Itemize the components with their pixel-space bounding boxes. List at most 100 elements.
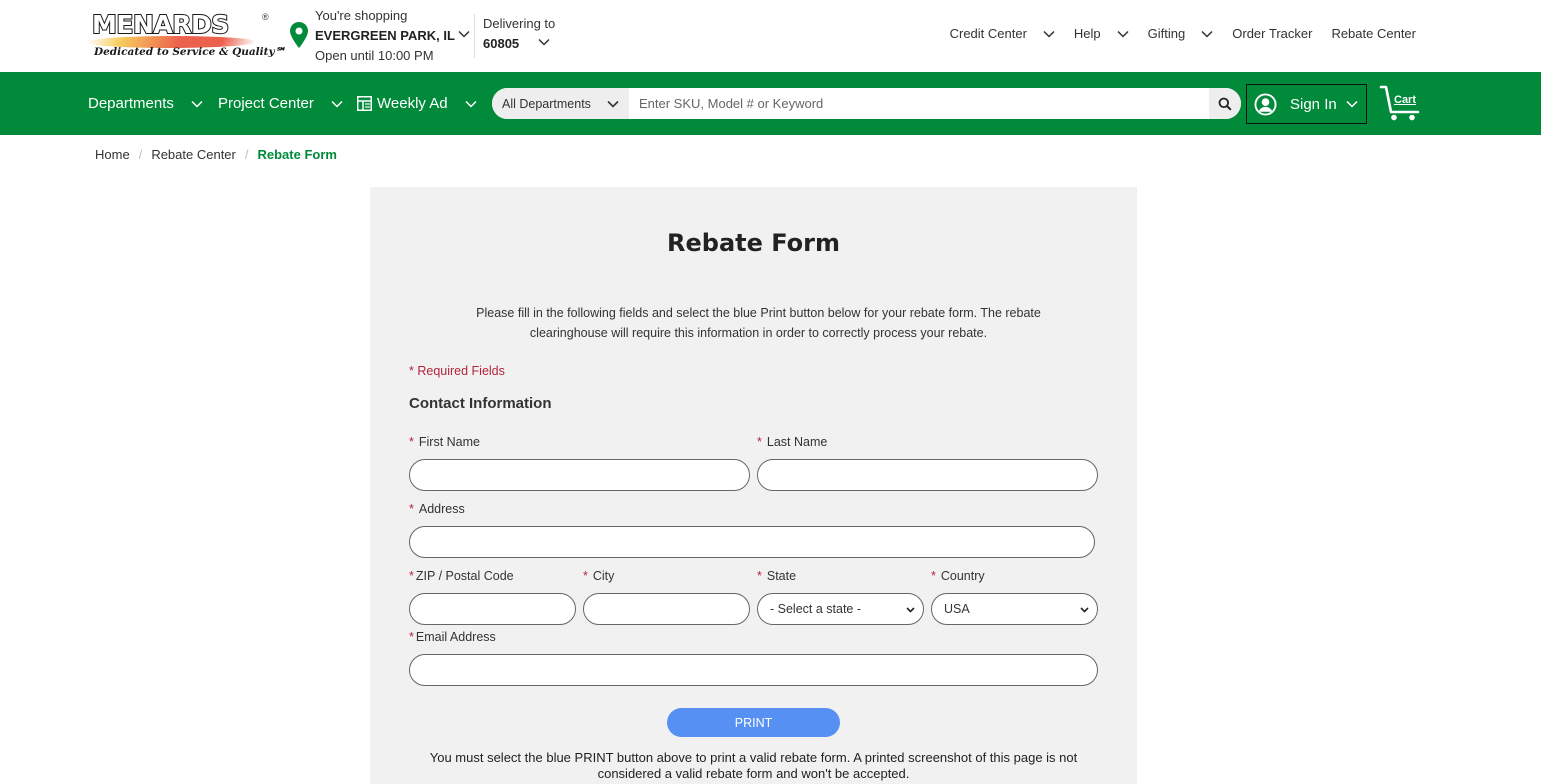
- chevron-down-icon: [331, 100, 343, 108]
- logo-wordmark: MENARDS: [91, 9, 230, 40]
- top-link-label: Credit Center: [949, 26, 1027, 41]
- breadcrumb-rebate-center[interactable]: Rebate Center: [151, 147, 236, 162]
- print-button[interactable]: PRINT: [667, 708, 840, 737]
- label-text: Last Name: [766, 435, 828, 449]
- city-field-wrap: [583, 593, 750, 625]
- top-link-label: Order Tracker: [1232, 26, 1313, 41]
- top-link-rebate-center[interactable]: Rebate Center: [1331, 26, 1416, 41]
- chevron-down-icon: [1201, 30, 1213, 38]
- required-asterisk: *: [409, 435, 414, 449]
- label-text: State: [766, 569, 797, 583]
- user-avatar-icon: [1254, 92, 1277, 116]
- newspaper-icon: [357, 96, 372, 111]
- zip-input[interactable]: [410, 594, 575, 624]
- last-name-field-wrap: [757, 459, 1098, 491]
- store-name[interactable]: EVERGREEN PARK, IL: [315, 26, 455, 46]
- top-header: MENARDS ® Dedicated to Service & Quality…: [0, 0, 1541, 72]
- last-name-input[interactable]: [758, 460, 1097, 490]
- country-label: * Country: [931, 569, 985, 583]
- map-pin-icon: [290, 22, 308, 48]
- required-asterisk: *: [583, 569, 588, 583]
- required-asterisk: *: [409, 569, 414, 583]
- chevron-down-icon: [1080, 607, 1089, 613]
- sign-in-button[interactable]: Sign In: [1246, 84, 1367, 124]
- print-disclaimer: You must select the blue PRINT button ab…: [429, 750, 1078, 781]
- chevron-down-icon[interactable]: [538, 38, 550, 46]
- zip-label: * ZIP / Postal Code: [409, 569, 514, 583]
- top-link-label: Gifting: [1147, 26, 1186, 41]
- first-name-label: * First Name: [409, 435, 480, 449]
- search-bar: All Departments: [492, 88, 1241, 119]
- country-selected-value: USA: [944, 602, 970, 616]
- breadcrumb: Home / Rebate Center / Rebate Form: [95, 147, 337, 162]
- breadcrumb-separator: /: [138, 147, 143, 162]
- required-asterisk: *: [757, 435, 762, 449]
- nav-project-center[interactable]: Project Center: [218, 72, 343, 135]
- top-link-order-tracker[interactable]: Order Tracker: [1232, 26, 1312, 41]
- label-text: Address: [418, 502, 465, 516]
- delivery-selector[interactable]: Delivering to 60805: [483, 14, 555, 54]
- nav-weekly-ad[interactable]: Weekly Ad: [357, 72, 477, 135]
- label-text: First Name: [418, 435, 480, 449]
- chevron-down-icon: [1346, 100, 1358, 108]
- cart-button[interactable]: Cart: [1379, 84, 1421, 122]
- top-link-gifting[interactable]: Gifting: [1148, 26, 1214, 41]
- page-title: Rebate Form: [667, 229, 840, 257]
- breadcrumb-current: Rebate Form: [257, 147, 337, 162]
- nav-label: Project Center: [218, 95, 314, 112]
- chevron-down-icon: [607, 100, 619, 108]
- label-text: Country: [940, 569, 985, 583]
- rebate-form-panel: Rebate Form Please fill in the following…: [370, 187, 1137, 784]
- label-text: City: [592, 569, 615, 583]
- delivery-label: Delivering to: [483, 16, 556, 31]
- menards-logo[interactable]: MENARDS ® Dedicated to Service & Quality…: [83, 9, 285, 62]
- chevron-down-icon: [465, 100, 477, 108]
- required-asterisk: *: [757, 569, 762, 583]
- chevron-down-icon: [191, 100, 203, 108]
- logo-tagline: Dedicated to Service & Quality℠: [94, 46, 286, 58]
- email-input[interactable]: [410, 655, 1097, 685]
- search-department-select[interactable]: All Departments: [492, 88, 629, 119]
- cart-label: Cart: [1394, 94, 1417, 106]
- address-input[interactable]: [410, 527, 1094, 557]
- top-link-label: Help: [1073, 26, 1101, 41]
- address-field-wrap: [409, 526, 1095, 558]
- nav-departments[interactable]: Departments: [88, 72, 203, 135]
- utility-links: Credit Center Help Gifting Order Tracker…: [950, 26, 1416, 41]
- section-title: Contact Information: [409, 395, 552, 412]
- chevron-down-icon[interactable]: [458, 30, 470, 38]
- city-input[interactable]: [584, 594, 749, 624]
- chevron-down-icon: [906, 607, 915, 613]
- required-fields-note: * Required Fields: [409, 364, 505, 378]
- store-hours: Open until 10:00 PM: [315, 48, 434, 63]
- top-link-credit-center[interactable]: Credit Center: [950, 26, 1055, 41]
- search-icon: [1218, 97, 1232, 111]
- email-label: * Email Address: [409, 630, 496, 644]
- search-input[interactable]: [629, 88, 1209, 119]
- state-select[interactable]: - Select a state -: [757, 593, 924, 625]
- first-name-input[interactable]: [410, 460, 749, 490]
- breadcrumb-separator: /: [244, 147, 249, 162]
- logo-registered-mark: ®: [262, 12, 269, 22]
- country-select[interactable]: USA: [931, 593, 1098, 625]
- nav-label: Weekly Ad: [377, 95, 448, 112]
- sign-in-label: Sign In: [1290, 95, 1337, 113]
- last-name-label: * Last Name: [757, 435, 827, 449]
- breadcrumb-home[interactable]: Home: [95, 147, 130, 162]
- zip-field-wrap: [409, 593, 576, 625]
- nav-label: Departments: [88, 95, 174, 112]
- top-link-label: Rebate Center: [1331, 26, 1416, 41]
- required-asterisk: *: [931, 569, 936, 583]
- required-asterisk: *: [409, 502, 414, 516]
- header-divider: [474, 14, 475, 58]
- required-asterisk: *: [409, 630, 414, 644]
- top-link-help[interactable]: Help: [1074, 26, 1129, 41]
- search-button[interactable]: [1209, 88, 1241, 119]
- chevron-down-icon: [1043, 30, 1055, 38]
- label-text: Email Address: [415, 630, 496, 644]
- email-field-wrap: [409, 654, 1098, 686]
- store-label: You're shopping: [315, 8, 408, 23]
- address-label: * Address: [409, 502, 465, 516]
- label-text: ZIP / Postal Code: [415, 569, 514, 583]
- form-intro-text: Please fill in the following fields and …: [476, 306, 1041, 340]
